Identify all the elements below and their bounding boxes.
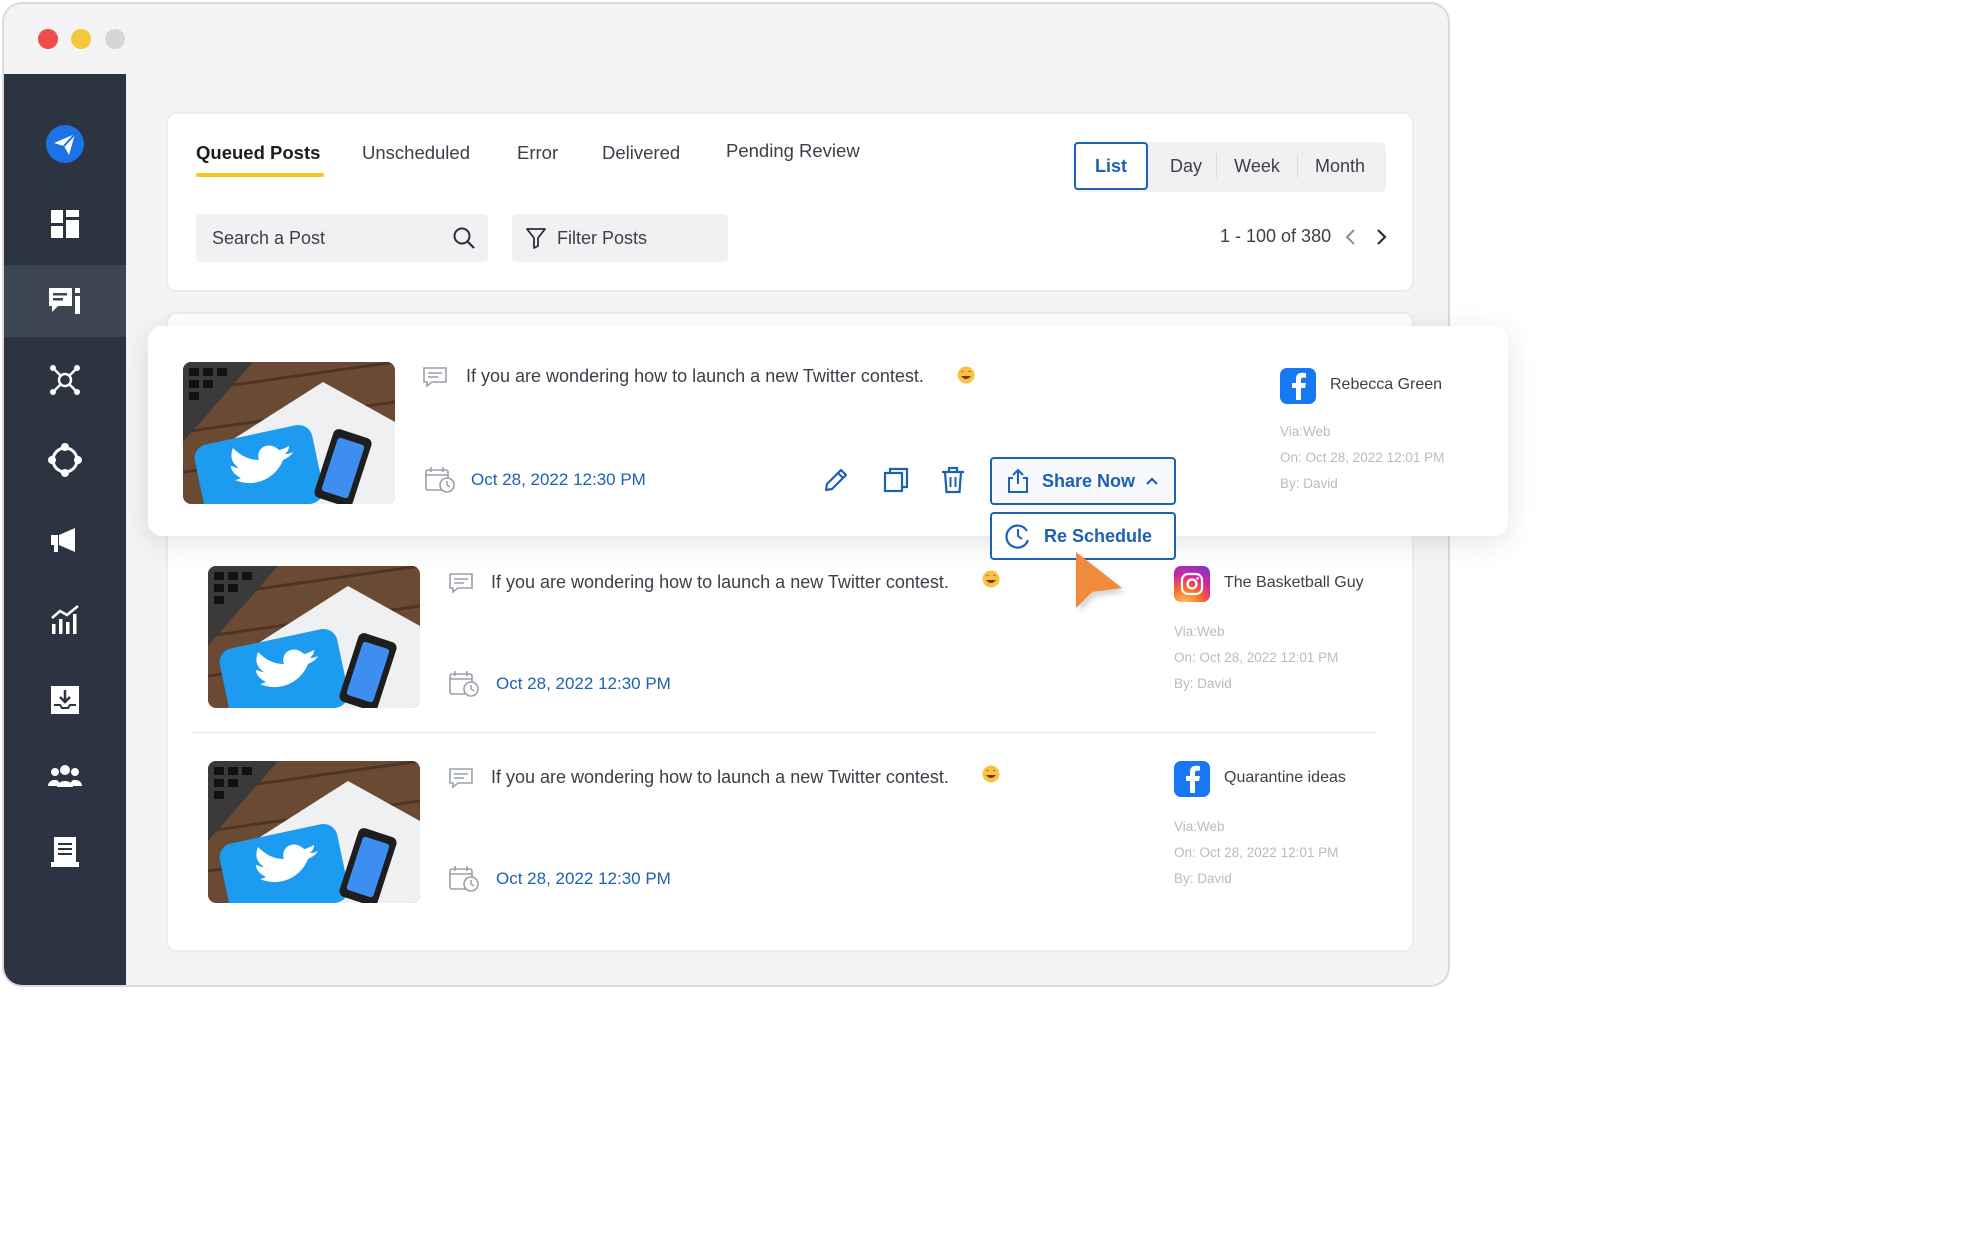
reports-document-icon bbox=[51, 837, 79, 867]
post-created-on: On: Oct 28, 2022 12:01 PM bbox=[1174, 845, 1339, 860]
post-scheduled-date: Oct 28, 2022 12:30 PM bbox=[496, 674, 671, 693]
view-mode-toggle: List Day Week Month bbox=[1074, 142, 1386, 192]
tab-unscheduled[interactable]: Unscheduled bbox=[362, 142, 470, 164]
post-text: If you are wondering how to launch a new… bbox=[491, 572, 949, 592]
edit-pencil-icon[interactable] bbox=[822, 466, 850, 494]
filter-posts-button[interactable]: Filter Posts bbox=[512, 214, 728, 262]
post-created-on: On: Oct 28, 2022 12:01 PM bbox=[1174, 650, 1339, 665]
share-now-button[interactable]: Share Now bbox=[990, 457, 1176, 505]
sidebar-item-home[interactable] bbox=[4, 108, 126, 180]
sidebar-item-dashboard[interactable] bbox=[4, 188, 126, 260]
sidebar-item-analytics[interactable] bbox=[4, 584, 126, 656]
calendar-clock-icon bbox=[425, 467, 455, 493]
filter-funnel-icon bbox=[526, 228, 546, 249]
close-window-button[interactable] bbox=[38, 29, 58, 49]
search-post-box bbox=[196, 214, 488, 262]
search-input[interactable] bbox=[212, 214, 442, 262]
post-created-by: By: David bbox=[1280, 476, 1338, 491]
post-text: If you are wondering how to launch a new… bbox=[491, 767, 949, 787]
view-list-button[interactable]: List bbox=[1074, 142, 1148, 190]
hub-circle-icon bbox=[48, 443, 82, 477]
post-thumbnail-image bbox=[208, 566, 420, 708]
sidebar-item-reports[interactable] bbox=[4, 816, 126, 888]
sidebar-item-posts[interactable] bbox=[4, 265, 126, 337]
tab-queued-posts[interactable]: Queued Posts bbox=[196, 142, 320, 164]
mouse-pointer-icon bbox=[1076, 552, 1122, 608]
post-via: Via:Web bbox=[1174, 819, 1225, 834]
post-created-on: On: Oct 28, 2022 12:01 PM bbox=[1280, 450, 1445, 465]
star-struck-emoji-icon bbox=[982, 765, 1000, 783]
sidebar-item-hub[interactable] bbox=[4, 424, 126, 496]
megaphone-icon bbox=[51, 528, 75, 552]
calendar-clock-icon bbox=[449, 671, 479, 697]
post-scheduled-date: Oct 28, 2022 12:30 PM bbox=[471, 470, 646, 489]
sidebar bbox=[4, 74, 126, 985]
row-divider bbox=[193, 732, 1375, 733]
tab-pending-review[interactable]: Pending Review bbox=[726, 140, 860, 162]
highlighted-post-card[interactable]: If you are wondering how to launch a new… bbox=[148, 326, 1508, 536]
duplicate-icon[interactable] bbox=[882, 466, 910, 494]
minimize-window-button[interactable] bbox=[71, 29, 91, 49]
sidebar-item-campaigns[interactable] bbox=[4, 504, 126, 576]
tab-delivered[interactable]: Delivered bbox=[602, 142, 680, 164]
view-week-button[interactable]: Week bbox=[1217, 142, 1297, 190]
star-struck-emoji-icon bbox=[957, 366, 975, 384]
calendar-clock-icon bbox=[449, 866, 479, 892]
chevron-left-icon[interactable] bbox=[1344, 228, 1358, 246]
posts-list-icon bbox=[49, 288, 80, 314]
search-icon[interactable] bbox=[452, 226, 476, 250]
filter-posts-label: Filter Posts bbox=[557, 227, 648, 248]
post-text: If you are wondering how to launch a new… bbox=[466, 366, 924, 386]
dashboard-grid-icon bbox=[51, 210, 79, 238]
post-scheduled-date: Oct 28, 2022 12:30 PM bbox=[496, 869, 671, 888]
posts-toolbar-card: Queued Posts Unscheduled Error Delivered… bbox=[166, 112, 1414, 292]
star-struck-emoji-icon bbox=[982, 570, 1000, 588]
post-created-by: By: David bbox=[1174, 676, 1232, 691]
account-name: The Basketball Guy bbox=[1224, 574, 1364, 591]
sidebar-item-inbox[interactable] bbox=[4, 664, 126, 736]
comment-icon bbox=[423, 367, 447, 388]
post-created-by: By: David bbox=[1174, 871, 1232, 886]
sidebar-item-network[interactable] bbox=[4, 344, 126, 416]
account-name: Rebecca Green bbox=[1330, 376, 1443, 393]
sidebar-item-team[interactable] bbox=[4, 740, 126, 812]
facebook-icon bbox=[1174, 761, 1210, 797]
delete-trash-icon[interactable] bbox=[940, 466, 966, 494]
network-nodes-icon bbox=[50, 365, 80, 395]
reschedule-clock-icon bbox=[1005, 524, 1030, 549]
zoom-window-button[interactable] bbox=[105, 29, 125, 49]
paper-plane-logo-icon bbox=[46, 125, 84, 163]
share-now-label: Share Now bbox=[1042, 470, 1136, 491]
post-via: Via:Web bbox=[1174, 624, 1225, 639]
post-thumbnail-image bbox=[208, 761, 420, 903]
title-bar bbox=[4, 4, 1448, 74]
view-month-button[interactable]: Month bbox=[1298, 142, 1382, 190]
active-tab-underline bbox=[196, 173, 324, 177]
comment-icon bbox=[449, 573, 473, 594]
comment-icon bbox=[449, 768, 473, 789]
post-thumbnail-image bbox=[183, 362, 395, 504]
post-via: Via:Web bbox=[1280, 424, 1331, 439]
chevron-right-icon[interactable] bbox=[1374, 228, 1388, 246]
share-upload-icon bbox=[1008, 468, 1028, 493]
facebook-icon bbox=[1280, 368, 1316, 404]
account-name: Quarantine ideas bbox=[1224, 769, 1346, 786]
view-day-button[interactable]: Day bbox=[1156, 142, 1216, 190]
tab-error[interactable]: Error bbox=[517, 142, 558, 164]
team-users-icon bbox=[48, 765, 82, 787]
chevron-up-icon bbox=[1146, 477, 1158, 485]
pagination-label: 1 - 100 of 380 bbox=[1220, 226, 1332, 246]
instagram-icon bbox=[1174, 566, 1210, 602]
inbox-download-icon bbox=[51, 686, 79, 714]
re-schedule-label: Re Schedule bbox=[1044, 525, 1153, 546]
analytics-chart-icon bbox=[51, 605, 79, 634]
